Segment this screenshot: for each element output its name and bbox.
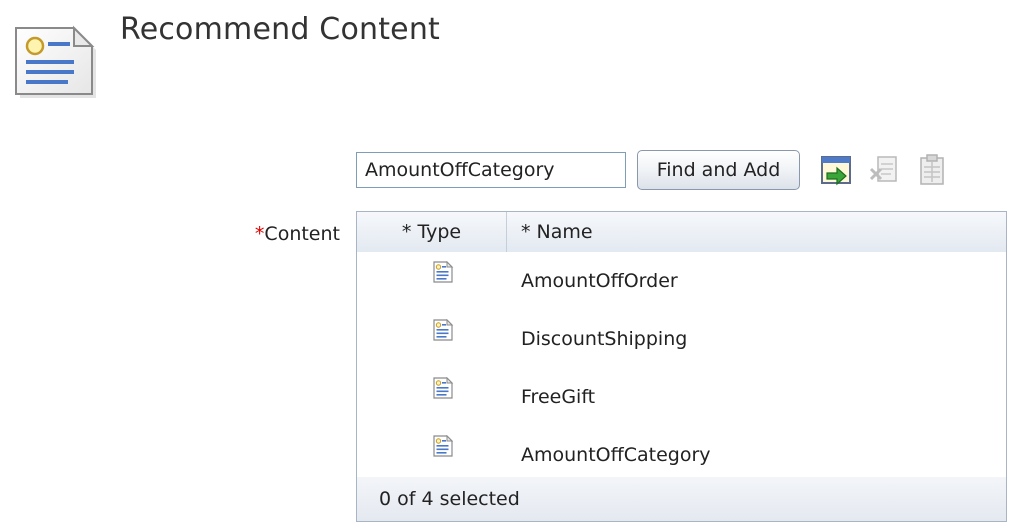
content-document-icon xyxy=(6,18,98,100)
table-row[interactable]: DiscountShipping xyxy=(357,310,1006,369)
table-row[interactable]: AmountOffOrder xyxy=(357,252,1006,311)
table-row[interactable]: FreeGift xyxy=(357,368,1006,427)
table-header: * Type * Name xyxy=(357,212,1006,253)
type-cell xyxy=(357,252,507,310)
name-cell: DiscountShipping xyxy=(521,328,688,350)
search-input[interactable] xyxy=(356,152,626,188)
delete-icon[interactable] xyxy=(866,152,902,188)
find-and-add-button[interactable]: Find and Add xyxy=(637,150,800,190)
content-type-icon xyxy=(433,261,454,283)
content-label-text: Content xyxy=(264,223,340,245)
page-title: Recommend Content xyxy=(120,12,441,47)
required-marker: * xyxy=(254,223,265,245)
browse-icon[interactable] xyxy=(818,152,854,188)
column-header-type[interactable]: * Type xyxy=(357,212,507,252)
content-field-label: *Content xyxy=(255,223,340,245)
type-cell xyxy=(357,310,507,368)
content-table: * Type * Name AmountOffOrder DiscountShi… xyxy=(356,211,1007,522)
name-cell: AmountOffCategory xyxy=(521,444,711,466)
content-type-icon xyxy=(433,319,454,341)
name-cell: AmountOffOrder xyxy=(521,270,678,292)
column-header-name[interactable]: * Name xyxy=(521,212,593,252)
properties-icon[interactable] xyxy=(914,152,950,188)
table-footer: 0 of 4 selected xyxy=(357,477,1006,521)
selection-status: 0 of 4 selected xyxy=(379,488,520,510)
type-cell xyxy=(357,368,507,426)
content-type-icon xyxy=(433,435,454,457)
content-type-icon xyxy=(433,377,454,399)
name-cell: FreeGift xyxy=(521,386,596,408)
type-cell xyxy=(357,426,507,484)
